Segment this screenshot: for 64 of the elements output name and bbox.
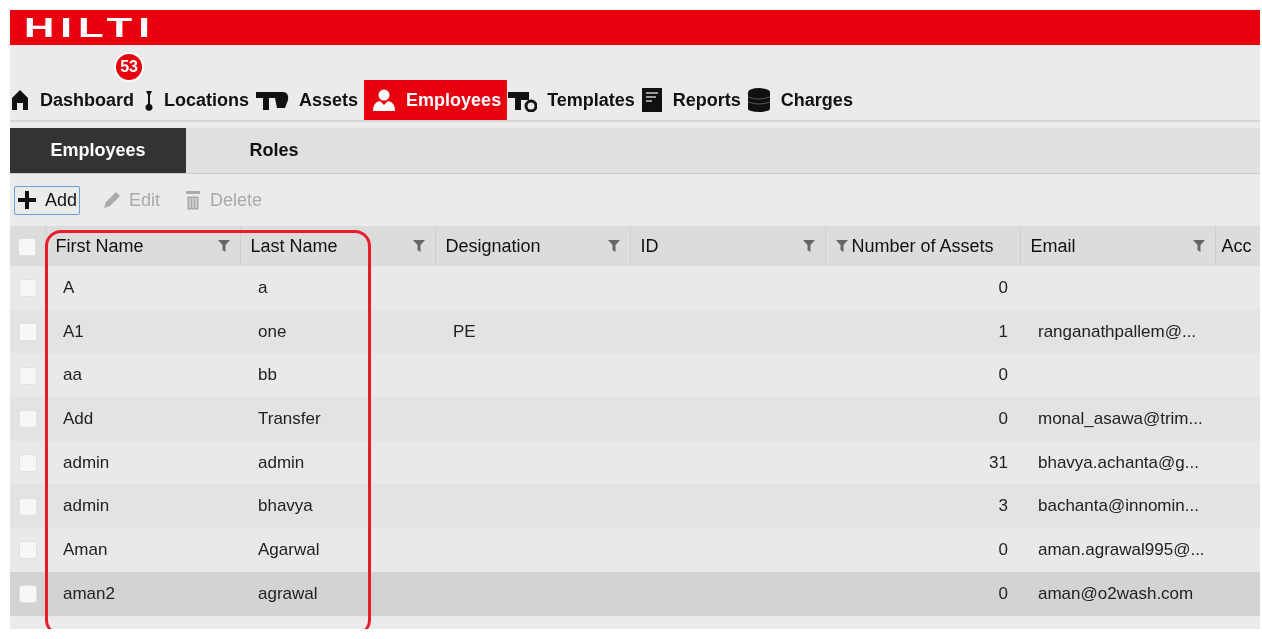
table-cell: 0 [998,539,1008,559]
trash-icon [184,189,203,211]
table-cell: PE [453,321,476,341]
table-cell: monal_asawa@trim... [1038,408,1203,428]
table-cell: admin [63,452,110,472]
table-cell: aman@o2wash.com [1038,583,1194,603]
table-cell: 0 [998,365,1008,385]
table-cell: aman.agrawal995@... [1038,539,1205,559]
table-cell: 0 [998,583,1008,603]
nav-tab[interactable]: Dashboard [10,80,141,120]
table-cell: Agarwal [258,539,320,559]
document-icon [640,87,663,113]
table-cell: agrawal [258,583,318,603]
column-header[interactable]: Email [1020,226,1215,266]
table-cell: ranganathpallem@... [1038,321,1197,341]
logo: HILTI [24,13,156,42]
column-header[interactable]: ID [630,226,825,266]
column-header[interactable]: Number of Assets [825,226,1020,266]
house-icon [10,88,30,112]
table-cell: 1 [998,321,1008,341]
sub-tab[interactable]: Employees [10,128,186,173]
filter-icon[interactable] [835,240,848,252]
table-cell: a [258,277,268,297]
filter-icon[interactable] [607,240,620,252]
table-cell: aa [63,365,82,385]
filter-icon[interactable] [412,240,425,252]
table-cell: Transfer [258,408,321,428]
row-checkbox[interactable] [18,585,37,604]
select-all-checkbox[interactable] [18,237,37,256]
table-cell: Add [63,408,94,428]
sub-tab[interactable]: Roles [186,128,362,173]
table-cell: Aman [63,539,108,559]
table-cell: bachanta@innomin... [1038,496,1199,516]
filter-icon[interactable] [1192,240,1205,252]
table-cell: bb [258,365,277,385]
nav-tab[interactable]: Templates [507,80,641,120]
notification-badge: 53 [114,52,145,82]
nav-tab[interactable]: Locations [140,80,256,120]
table-cell: A [63,277,75,297]
column-header[interactable]: Acc [1215,226,1260,266]
pencil-icon [101,191,122,209]
table-cell: 3 [998,496,1008,516]
coin-stack-icon [746,87,771,113]
filter-icon[interactable] [217,240,230,252]
nav-tab[interactable]: Assets [255,80,365,120]
filter-icon[interactable] [802,240,815,252]
table-cell: 0 [998,408,1008,428]
plus-icon [17,190,37,210]
nav-tab[interactable]: Charges [746,80,859,120]
table-cell: 31 [989,452,1008,472]
nav-tab[interactable]: Reports [640,80,747,120]
table-cell: bhavya.achanta@g... [1038,452,1199,472]
table-cell: admin [63,496,110,516]
person-icon [372,88,397,112]
table-cell: admin [258,452,305,472]
table-cell: one [258,321,287,341]
table-cell: A1 [63,321,84,341]
column-header[interactable]: Last Name [240,226,435,266]
table-cell: 0 [998,277,1008,297]
nav-tab[interactable]: Employees [364,80,508,120]
column-header[interactable]: Designation [435,226,630,266]
table-cell: aman2 [63,583,115,603]
table-cell: bhavya [258,496,313,516]
toolbar-button[interactable]: Add [14,185,81,215]
